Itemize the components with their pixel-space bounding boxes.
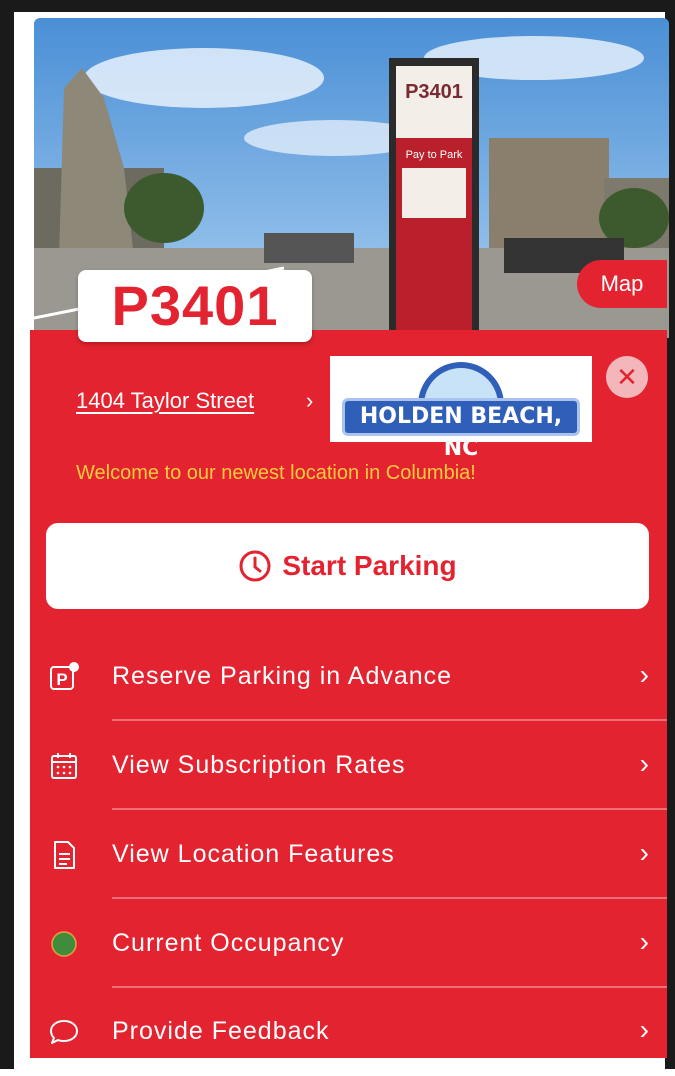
calendar-icon [48, 750, 80, 782]
lot-code-badge: P3401 [78, 270, 312, 342]
chevron-right-icon: › [639, 748, 649, 779]
menu-item-subscription-rates[interactable]: View Subscription Rates › [30, 722, 667, 810]
parking-p-icon: P [48, 661, 80, 693]
address-link[interactable]: 1404 Taylor Street [76, 388, 254, 414]
status-dot-icon [48, 928, 80, 960]
menu-item-location-features[interactable]: View Location Features › [30, 811, 667, 899]
chat-bubble-icon [48, 1016, 80, 1048]
start-parking-button[interactable]: Start Parking [46, 523, 649, 609]
menu-item-reserve[interactable]: P Reserve Parking in Advance › [30, 633, 667, 721]
menu-item-label: View Location Features [112, 840, 395, 868]
menu-item-label: View Subscription Rates [112, 751, 406, 779]
clock-icon [238, 549, 272, 583]
sign-code: P3401 [405, 81, 463, 103]
divider [112, 808, 667, 810]
chevron-right-icon: › [639, 837, 649, 868]
divider [112, 897, 667, 899]
close-icon[interactable]: ✕ [606, 356, 648, 398]
start-parking-label: Start Parking [282, 550, 457, 581]
menu-item-label: Provide Feedback [112, 1017, 330, 1045]
chevron-right-icon: › [639, 926, 649, 957]
welcome-message: Welcome to our newest location in Columb… [76, 462, 476, 484]
device-frame-left [0, 0, 14, 1069]
holden-beach-logo: HOLDEN BEACH, NC [330, 356, 592, 461]
chevron-right-icon: › [639, 659, 649, 690]
menu-item-label: Current Occupancy [112, 929, 345, 957]
document-icon [48, 839, 80, 871]
menu-item-feedback[interactable]: Provide Feedback › [30, 988, 667, 1076]
logo-text: HOLDEN BEACH, NC [342, 398, 580, 461]
chevron-right-icon: › [306, 388, 314, 413]
sign-text: Pay to Park [406, 149, 463, 161]
svg-text:P: P [56, 670, 67, 689]
menu-item-label: Reserve Parking in Advance [112, 662, 453, 690]
menu-item-occupancy[interactable]: Current Occupancy › [30, 900, 667, 988]
divider [112, 719, 667, 721]
chevron-right-icon: › [639, 1014, 649, 1045]
map-button[interactable]: Map [577, 260, 667, 308]
device-frame-top [0, 0, 675, 12]
